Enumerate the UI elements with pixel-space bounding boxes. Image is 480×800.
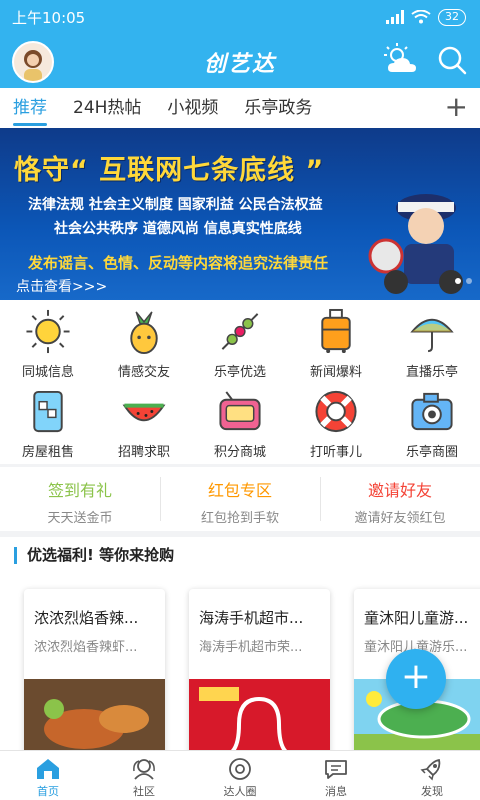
card-title: 童沐阳儿童游... xyxy=(364,609,469,627)
tab-short-video[interactable]: 小视频 xyxy=(154,88,231,128)
card-image xyxy=(189,679,330,750)
promo-invite[interactable]: 邀请好友 邀请好友领红包 xyxy=(320,467,480,531)
promo-title: 邀请好友 xyxy=(367,481,432,500)
expert-circle-icon xyxy=(229,758,251,780)
sun-icon xyxy=(26,309,70,354)
tab-24h-hot[interactable]: 24H热帖 xyxy=(60,88,154,128)
deal-card[interactable]: 浓浓烈焰香辣... 浓浓烈焰香辣虾... xyxy=(24,589,165,750)
card-title: 浓浓烈焰香辣... xyxy=(34,609,139,627)
home-icon xyxy=(37,759,59,779)
nav-label: 发现 xyxy=(421,785,443,798)
radio-icon xyxy=(219,391,261,431)
banner-line-1: 法律法规 社会主义制度 国家利益 公民合法权益 xyxy=(28,197,323,213)
grid-label: 情感交友 xyxy=(117,365,170,380)
wifi-icon xyxy=(411,10,431,24)
nav-messages[interactable]: 消息 xyxy=(288,751,384,800)
ice-drink-icon xyxy=(33,390,63,433)
nav-label: 社区 xyxy=(133,785,155,798)
signal-icon xyxy=(386,10,404,24)
police-illustration xyxy=(368,194,463,294)
grid-item-live[interactable]: 直播乐亭 xyxy=(384,300,480,380)
tab-recommend[interactable]: 推荐 xyxy=(0,88,60,128)
banner-dot xyxy=(466,278,472,284)
skewer-icon xyxy=(221,313,259,350)
promo-row: 签到有礼 天天送金币 红包专区 红包抢到手软 邀请好友 邀请好友领红包 xyxy=(0,467,480,531)
card-subtitle: 浓浓烈焰香辣虾... xyxy=(34,640,138,655)
grid-item-selection[interactable]: 乐亭优选 xyxy=(192,300,288,380)
promo-subtitle: 邀请好友领红包 xyxy=(354,511,446,526)
tab-bar: 推荐 24H热帖 小视频 乐亭政务 + xyxy=(0,88,480,128)
lifebuoy-icon xyxy=(315,390,357,433)
deals-section: 优选福利! 等你来抢购 浓浓烈焰香辣... 浓浓烈焰香辣虾... 海涛手机超市.… xyxy=(0,537,480,750)
section-title: 优选福利! 等你来抢购 xyxy=(14,547,174,564)
app-header: 创艺达 xyxy=(0,34,480,88)
nav-label: 消息 xyxy=(325,785,347,798)
nav-label: 达人圈 xyxy=(223,785,257,798)
promo-title: 签到有礼 xyxy=(47,481,112,500)
grid-item-points-mall[interactable]: 积分商城 xyxy=(192,380,288,460)
bottom-nav: 首页 社区 达人圈 消息 发现 xyxy=(0,750,480,800)
grid-label: 乐亭优选 xyxy=(213,365,266,380)
community-icon xyxy=(133,759,155,780)
nav-label: 首页 xyxy=(37,785,59,798)
fab-add-button[interactable]: + xyxy=(386,649,446,709)
grid-item-local-info[interactable]: 同城信息 xyxy=(0,300,96,380)
card-subtitle: 海涛手机超市荣... xyxy=(199,640,303,655)
banner-dots xyxy=(455,278,472,284)
search-icon[interactable] xyxy=(436,44,468,76)
banner-line-2: 社会公共秩序 道德风尚 信息真实性底线 xyxy=(54,221,302,237)
nav-expert-circle[interactable]: 达人圈 xyxy=(192,751,288,800)
card-title: 海涛手机超市... xyxy=(199,609,304,627)
weather-icon[interactable] xyxy=(382,42,420,78)
promo-checkin[interactable]: 签到有礼 天天送金币 xyxy=(0,467,160,531)
camera-icon xyxy=(411,392,453,431)
promo-red-packet[interactable]: 红包专区 红包抢到手软 xyxy=(160,467,320,531)
pineapple-icon xyxy=(130,311,158,355)
grid-label: 同城信息 xyxy=(21,365,74,380)
umbrella-icon xyxy=(410,318,454,353)
grid-item-news-tips[interactable]: 新闻爆料 xyxy=(288,300,384,380)
card-image xyxy=(24,679,165,750)
promo-subtitle: 红包抢到手软 xyxy=(200,511,279,526)
grid-label: 招聘求职 xyxy=(117,445,170,460)
nav-community[interactable]: 社区 xyxy=(96,751,192,800)
message-icon xyxy=(325,760,347,779)
status-time: 上午10:05 xyxy=(12,8,86,27)
banner-dot xyxy=(455,278,461,284)
grid-label: 乐亭商圈 xyxy=(405,445,458,460)
nav-home[interactable]: 首页 xyxy=(0,751,96,800)
grid-label: 新闻爆料 xyxy=(309,365,362,380)
deal-card[interactable]: 海涛手机超市... 海涛手机超市荣... xyxy=(189,589,330,750)
status-icons: 32 xyxy=(386,8,466,26)
grid-label: 积分商城 xyxy=(213,445,266,460)
watermelon-icon xyxy=(122,403,166,422)
grid-item-business-circle[interactable]: 乐亭商圈 xyxy=(384,380,480,460)
banner-carousel[interactable]: 恪守“ 互联网七条底线 ” 法律法规 社会主义制度 国家利益 公民合法权益 社会… xyxy=(0,128,480,300)
banner-title: 恪守“ 互联网七条底线 ” xyxy=(14,155,325,186)
grid-label: 直播乐亭 xyxy=(405,365,458,380)
feature-grid: 同城信息 情感交友 乐亭优选 新闻爆料 直播乐亭 房屋租售 招聘求职 积分商城 … xyxy=(0,300,480,464)
banner-link[interactable]: 点击查看>>> xyxy=(16,276,107,296)
banner-warning: 发布谣言、色情、反动等内容将追究法律责任 xyxy=(28,254,329,272)
grid-label: 房屋租售 xyxy=(21,445,74,460)
grid-label: 打听事儿 xyxy=(309,445,362,460)
rocket-icon xyxy=(420,758,441,781)
suitcase-icon xyxy=(321,308,351,354)
grid-item-housing[interactable]: 房屋租售 xyxy=(0,380,96,460)
promo-subtitle: 天天送金币 xyxy=(47,511,113,526)
grid-item-ask-around[interactable]: 打听事儿 xyxy=(288,380,384,460)
promo-title: 红包专区 xyxy=(207,481,272,500)
nav-discover[interactable]: 发现 xyxy=(384,751,480,800)
grid-item-jobs[interactable]: 招聘求职 xyxy=(96,380,192,460)
battery-indicator: 32 xyxy=(438,8,466,26)
status-bar: 上午10:05 32 xyxy=(0,0,480,34)
tab-leting-gov[interactable]: 乐亭政务 xyxy=(231,88,325,128)
add-tab-button[interactable]: + xyxy=(445,92,468,122)
grid-item-dating[interactable]: 情感交友 xyxy=(96,300,192,380)
